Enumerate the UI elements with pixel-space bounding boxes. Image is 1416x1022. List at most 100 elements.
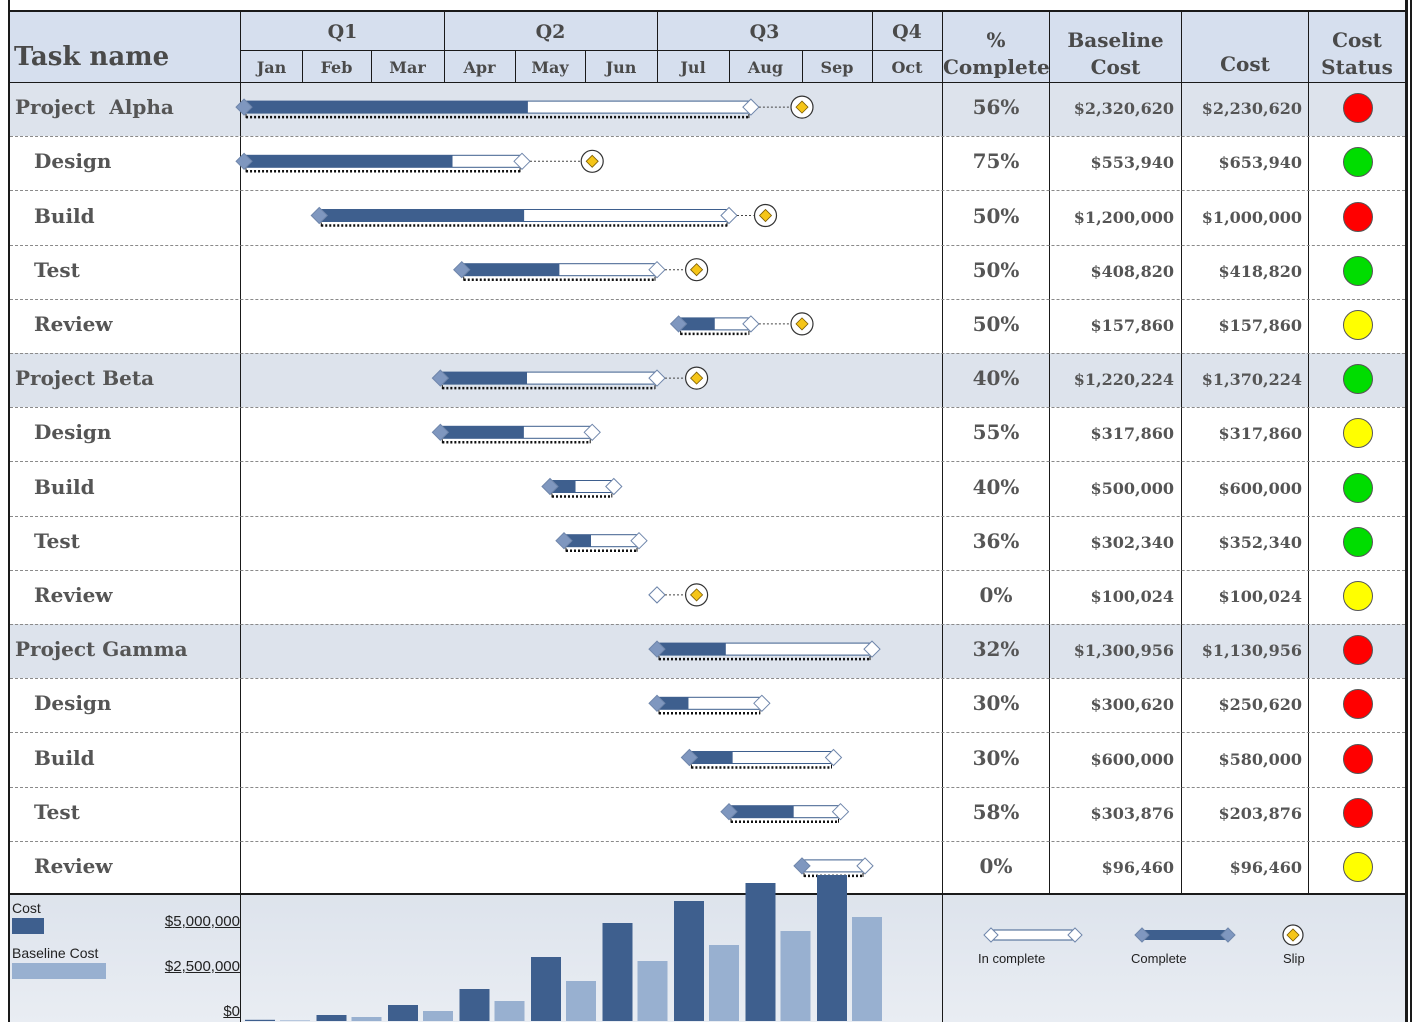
cost-status-indicator <box>1343 255 1373 286</box>
task-name: Build <box>34 745 95 770</box>
column-divider <box>240 12 241 1022</box>
row-separator <box>10 515 1405 517</box>
percent-complete: 40% <box>972 366 1020 391</box>
percent-complete: 75% <box>972 149 1020 174</box>
project-name: Project Gamma <box>15 637 188 662</box>
header-bottom-line <box>10 82 1405 83</box>
cost-status-indicator <box>1343 851 1373 882</box>
quarter-3: Q3 <box>749 21 780 43</box>
baseline-cost: $500,000 <box>1090 478 1175 498</box>
baseline-cost: $1,300,956 <box>1073 641 1174 661</box>
actual-cost: $2,230,620 <box>1201 99 1302 119</box>
month-divider <box>371 50 372 82</box>
percent-complete: 30% <box>972 745 1020 770</box>
task-name: Review <box>34 311 113 336</box>
actual-cost: $96,460 <box>1229 857 1302 877</box>
actual-cost: $352,340 <box>1218 532 1303 552</box>
column-divider <box>942 12 943 1022</box>
month-divider <box>585 50 586 82</box>
month-jun: Jun <box>605 58 637 77</box>
actual-cost: $317,860 <box>1218 424 1303 444</box>
baseline-cost: $2,320,620 <box>1073 99 1174 119</box>
cost-status-indicator <box>1343 743 1373 774</box>
month-aug: Aug <box>747 58 784 77</box>
legend-baseline-label: Baseline Cost <box>12 945 99 961</box>
month-divider <box>729 50 730 82</box>
header-cost: Cost <box>1220 52 1270 76</box>
cost-status-indicator <box>1343 93 1373 124</box>
row-separator <box>10 624 1405 625</box>
cost-status-indicator <box>1343 472 1373 503</box>
legend-incomplete-label: In complete <box>978 951 1046 966</box>
percent-complete: 36% <box>972 528 1020 553</box>
row-separator <box>10 461 1405 463</box>
quarter-divider <box>872 12 873 82</box>
cost-status-indicator <box>1343 635 1373 666</box>
percent-complete: 56% <box>972 95 1020 120</box>
baseline-cost: $300,620 <box>1090 695 1175 715</box>
actual-cost: $100,024 <box>1218 586 1303 606</box>
y-tick-5m: $5,000,000 <box>164 913 240 930</box>
actual-cost: $157,860 <box>1218 315 1303 335</box>
actual-cost: $580,000 <box>1218 749 1303 769</box>
baseline-cost: $553,940 <box>1090 153 1175 173</box>
legend-cost-swatch <box>12 918 44 934</box>
row-separator <box>10 407 1405 409</box>
actual-cost: $1,370,224 <box>1201 370 1302 390</box>
header-status-line2: Status <box>1321 55 1393 79</box>
table-bottom-line <box>10 893 1405 895</box>
month-divider <box>802 50 803 82</box>
actual-cost: $600,000 <box>1218 478 1303 498</box>
percent-complete: 58% <box>972 799 1020 824</box>
actual-cost: $203,876 <box>1218 803 1303 823</box>
percent-complete: 50% <box>972 203 1020 228</box>
percent-complete: 55% <box>972 420 1020 445</box>
percent-complete: 32% <box>972 637 1020 662</box>
actual-cost: $653,940 <box>1218 153 1303 173</box>
baseline-cost: $157,860 <box>1090 315 1175 335</box>
row-separator <box>10 244 1405 246</box>
task-name: Review <box>34 853 113 878</box>
column-divider <box>1181 12 1182 893</box>
percent-complete: 30% <box>972 691 1020 716</box>
task-name: Test <box>34 528 80 553</box>
month-sep: Sep <box>820 58 854 77</box>
header-status-line1: Cost <box>1332 28 1382 52</box>
percent-complete: 40% <box>972 474 1020 499</box>
row-separator <box>10 298 1405 300</box>
task-name: Test <box>34 257 80 282</box>
month-jan: Jan <box>256 58 287 77</box>
month-jul: Jul <box>680 58 706 77</box>
baseline-cost: $302,340 <box>1090 532 1175 552</box>
task-name: Design <box>34 420 112 445</box>
month-mar: Mar <box>389 58 426 77</box>
header-baseline-line2: Cost <box>1090 55 1141 79</box>
y-tick-0: $0 <box>223 1003 240 1020</box>
project-name: Project Alpha <box>15 95 174 120</box>
row-separator <box>10 353 1405 354</box>
percent-complete: 0% <box>979 853 1013 878</box>
quarter-2: Q2 <box>535 21 566 43</box>
left-border <box>8 0 10 1022</box>
cost-status-indicator <box>1343 201 1373 232</box>
y-tick-2-5m: $2,500,000 <box>164 958 240 975</box>
cost-status-indicator <box>1343 580 1373 611</box>
actual-cost: $1,130,956 <box>1201 641 1302 661</box>
month-apr: Apr <box>463 58 496 77</box>
column-divider <box>1308 12 1309 893</box>
percent-complete: 50% <box>972 311 1020 336</box>
quarter-1: Q1 <box>327 21 358 43</box>
baseline-cost: $408,820 <box>1090 261 1175 281</box>
gantt-dashboard: Project Alpha 56% $2,320,620 $2,230,620 Desi… <box>0 0 1416 1022</box>
right-border-outer <box>1410 0 1412 1022</box>
row-separator <box>10 786 1405 788</box>
cost-status-indicator <box>1343 309 1373 340</box>
task-name: Test <box>34 799 80 824</box>
baseline-cost: $1,220,224 <box>1073 370 1174 390</box>
cost-status-indicator <box>1343 364 1373 395</box>
month-divider <box>515 50 516 82</box>
top-border <box>8 10 1408 12</box>
actual-cost: $1,000,000 <box>1201 207 1302 227</box>
project-name: Project Beta <box>15 366 155 391</box>
month-may: May <box>531 58 569 77</box>
